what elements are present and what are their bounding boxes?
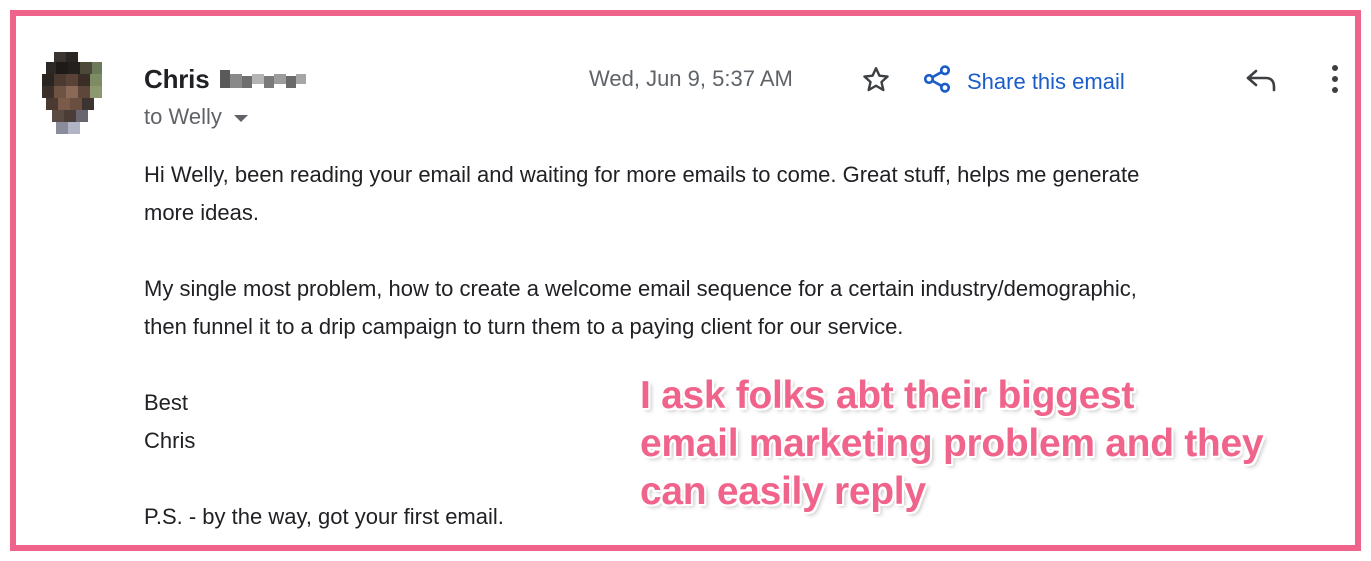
email-date: Wed, Jun 9, 5:37 AM: [589, 66, 793, 91]
annotation-line: I ask folks abt their biggest: [640, 374, 1135, 417]
message-line: then funnel it to a drip campaign to tur…: [144, 314, 904, 339]
share-icon: [921, 63, 953, 100]
email-card: Chris to Welly Wed, Jun 9, 5:37 AM Share…: [10, 10, 1361, 551]
star-icon[interactable]: [859, 63, 893, 97]
annotation-line: can easily reply: [640, 470, 926, 513]
more-vert-icon[interactable]: [1328, 62, 1342, 96]
share-email-button[interactable]: Share this email: [921, 63, 1125, 100]
share-label: Share this email: [967, 68, 1125, 94]
annotation-line: email marketing problem and they: [640, 422, 1264, 465]
message-line: more ideas.: [144, 200, 259, 225]
sender-name[interactable]: Chris: [144, 64, 210, 95]
redacted-surname: [220, 68, 306, 90]
message-line: My single most problem, how to create a …: [144, 276, 1137, 301]
message-line: Hi Welly, been reading your email and wa…: [144, 162, 1140, 187]
recipient-details-toggle[interactable]: to Welly: [144, 104, 248, 130]
annotation-overlay: I ask folks abt their biggest email mark…: [640, 372, 1360, 516]
chevron-down-icon[interactable]: [233, 115, 248, 122]
avatar[interactable]: [38, 46, 102, 134]
recipient-label: to Welly: [144, 104, 222, 129]
reply-icon[interactable]: [1244, 65, 1278, 95]
